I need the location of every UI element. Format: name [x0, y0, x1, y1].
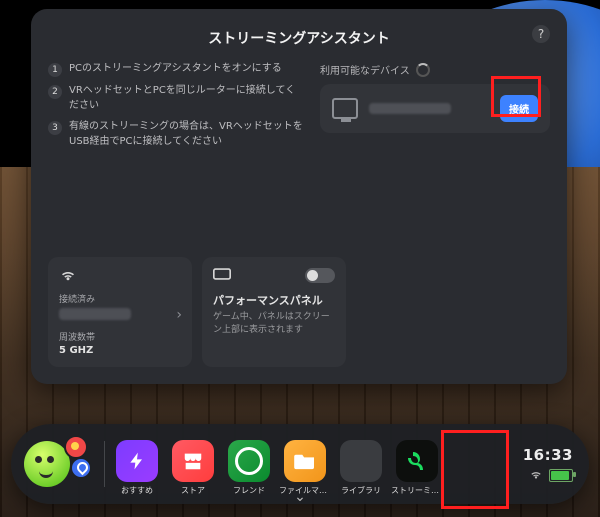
monitor-icon — [332, 98, 358, 119]
setup-step-3: 3 有線のストリーミングの場合は、VRヘッドセットをUSB経由でPCに接続してく… — [48, 120, 304, 149]
wifi-freq-label: 周波数帯 — [59, 330, 181, 343]
dock-app-label: ストリーミング… — [391, 485, 443, 496]
dock-app-label: おすすめ — [111, 485, 163, 496]
setup-step-2: 2 VRヘッドセットとPCを同じルーターに接続してください — [48, 84, 304, 113]
streaming-icon — [396, 440, 438, 482]
perf-panel-desc: ゲーム中、パネルはスクリーン上部に表示されます — [213, 311, 335, 336]
chevron-down-icon[interactable]: ⌄ — [294, 489, 306, 505]
perf-panel-card[interactable]: パフォーマンスパネル ゲーム中、パネルはスクリーン上部に表示されます — [202, 257, 346, 367]
device-card[interactable]: 接続 — [320, 84, 550, 133]
help-button[interactable]: ? — [532, 25, 550, 43]
devices-column: 利用可能なデバイス 接続 — [320, 62, 550, 156]
dock-app-friends[interactable]: フレンド — [223, 440, 275, 496]
store-icon — [172, 440, 214, 482]
dock-app-label: ライブラリ — [335, 485, 387, 496]
panel-main-row: 1 PCのストリーミングアシスタントをオンにする 2 VRヘッドセットとPCを同… — [48, 62, 550, 156]
system-dock: おすすめ ストア フレンド ファイルマネ… ライブラリ — [11, 424, 589, 504]
step-number: 3 — [48, 121, 62, 135]
folder-icon — [284, 440, 326, 482]
dock-apps: おすすめ ストア フレンド ファイルマネ… ライブラリ — [111, 432, 443, 496]
wifi-freq-value: 5 GHZ — [59, 345, 181, 356]
battery-icon[interactable] — [549, 469, 573, 482]
streaming-assistant-panel: ストリーミングアシスタント ? 1 PCのストリーミングアシスタントをオンにする… — [31, 9, 567, 384]
step-number: 1 — [48, 63, 62, 77]
perf-panel-toggle[interactable] — [305, 268, 335, 283]
dock-action-left-1[interactable] — [64, 435, 88, 459]
step-text: VRヘッドセットとPCを同じルーターに接続してください — [69, 84, 304, 113]
circle-icon — [228, 440, 270, 482]
setup-steps: 1 PCのストリーミングアシスタントをオンにする 2 VRヘッドセットとPCを同… — [48, 62, 304, 156]
device-name — [369, 103, 489, 114]
dock-status: 16:33 — [523, 446, 579, 483]
step-text: PCのストリーミングアシスタントをオンにする — [69, 62, 282, 77]
redacted-text — [59, 308, 131, 320]
loading-spinner-icon — [416, 63, 430, 77]
dock-app-recommended[interactable]: おすすめ — [111, 440, 163, 496]
dock-profile[interactable] — [24, 433, 90, 495]
connect-button[interactable]: 接続 — [500, 95, 538, 122]
info-cards: 接続済み 周波数帯 5 GHZ › パフォーマンスパネル ゲーム中、パネルはスク… — [48, 257, 346, 367]
step-number: 2 — [48, 85, 62, 99]
lightning-icon — [116, 440, 158, 482]
dock-app-label: フレンド — [223, 485, 275, 496]
wifi-ssid — [59, 308, 181, 320]
wifi-icon — [59, 268, 181, 286]
step-text: 有線のストリーミングの場合は、VRヘッドセットをUSB経由でPCに接続してくださ… — [69, 120, 304, 149]
dock-app-files[interactable]: ファイルマネ… — [279, 440, 331, 496]
redacted-text — [369, 103, 451, 114]
dock-app-label: ストア — [167, 485, 219, 496]
wifi-small-icon[interactable] — [529, 469, 543, 483]
clock: 16:33 — [523, 446, 573, 464]
dock-app-library[interactable]: ライブラリ — [335, 440, 387, 496]
panel-title: ストリーミングアシスタント — [48, 28, 550, 48]
status-icons — [529, 469, 573, 483]
dock-separator — [104, 441, 105, 487]
setup-step-1: 1 PCのストリーミングアシスタントをオンにする — [48, 62, 304, 77]
wifi-status-label: 接続済み — [59, 292, 181, 305]
dock-app-streaming[interactable]: ストリーミング… — [391, 440, 443, 496]
perf-panel-title: パフォーマンスパネル — [213, 292, 335, 308]
devices-heading: 利用可能なデバイス — [320, 62, 550, 77]
chevron-right-icon: › — [176, 307, 182, 323]
wifi-card[interactable]: 接続済み 周波数帯 5 GHZ › — [48, 257, 192, 367]
scene: ストリーミングアシスタント ? 1 PCのストリーミングアシスタントをオンにする… — [0, 0, 600, 517]
dock-action-left-2[interactable] — [70, 457, 92, 479]
dock-app-store[interactable]: ストア — [167, 440, 219, 496]
devices-heading-label: 利用可能なデバイス — [320, 62, 410, 77]
grid-icon — [340, 440, 382, 482]
